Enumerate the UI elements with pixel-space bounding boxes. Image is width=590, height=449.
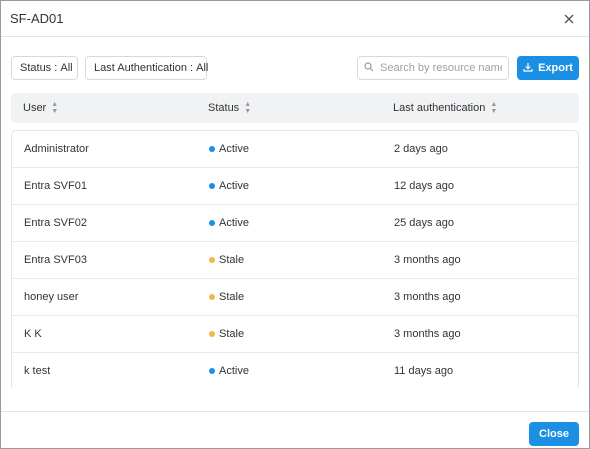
last-auth-cell: 11 days ago — [394, 365, 454, 377]
status-label: Active — [219, 143, 249, 155]
user-cell: Entra SVF03 — [24, 254, 87, 266]
last-auth-filter-label: Last Authentication — [94, 62, 187, 74]
status-cell: Active — [209, 168, 249, 204]
search-icon — [364, 61, 374, 75]
user-cell: honey user — [24, 291, 79, 303]
last-auth-cell: 3 months ago — [394, 328, 461, 340]
status-label: Stale — [219, 328, 245, 340]
download-icon — [523, 62, 538, 75]
status-dot-icon — [209, 257, 215, 263]
status-cell: Active — [209, 131, 249, 167]
last-auth-filter[interactable]: Last Authentication : All — [85, 56, 209, 80]
dialog: SF-AD01 Status : All Last Authentication… — [0, 0, 590, 449]
user-cell: Entra SVF02 — [24, 217, 87, 229]
export-button[interactable]: Export — [517, 56, 579, 80]
dialog-header: SF-AD01 — [1, 1, 589, 37]
column-header-status[interactable]: Status ▲ ▼ — [208, 93, 251, 123]
dialog-title: SF-AD01 — [10, 11, 64, 26]
table-header: User ▲ ▼ Status ▲ ▼ Last authentication ▲ ▼ — [11, 93, 579, 123]
user-cell: Administrator — [24, 143, 89, 155]
column-header-user[interactable]: User ▲ ▼ — [23, 93, 58, 123]
table-row[interactable]: Entra SVF02 Active 25 days ago — [12, 205, 578, 242]
status-label: Active — [219, 365, 249, 377]
status-dot-icon — [209, 368, 215, 374]
last-auth-filter-value: All — [196, 62, 209, 74]
status-filter-label: Status — [20, 62, 52, 74]
status-cell: Stale — [209, 279, 244, 315]
column-header-label: User — [23, 102, 47, 114]
status-dot-icon — [209, 294, 215, 300]
table-row[interactable]: honey user Stale 3 months ago — [12, 279, 578, 316]
status-label: Active — [219, 180, 249, 192]
dialog-footer: Close — [1, 411, 589, 448]
user-cell: K K — [24, 328, 42, 340]
status-dot-icon — [209, 146, 215, 152]
table-row[interactable]: Entra SVF03 Stale 3 months ago — [12, 242, 578, 279]
filter-separator: : — [51, 62, 61, 74]
sort-icon: ▲ ▼ — [490, 101, 498, 115]
status-label: Stale — [219, 254, 245, 266]
status-dot-icon — [209, 220, 215, 226]
status-filter-value: All — [60, 62, 73, 74]
sort-icon: ▲ ▼ — [244, 101, 252, 115]
search-input[interactable] — [380, 62, 502, 74]
user-cell: k test — [24, 365, 51, 377]
status-label: Stale — [219, 291, 245, 303]
status-cell: Stale — [209, 316, 244, 352]
table-row[interactable]: k test Active 11 days ago — [12, 353, 578, 388]
table-row[interactable]: Entra SVF01 Active 12 days ago — [12, 168, 578, 205]
status-dot-icon — [209, 183, 215, 189]
table-body: Administrator Active 2 days ago Entra SVF01… — [11, 130, 579, 388]
column-header-label: Status — [208, 102, 240, 114]
export-label: Export — [538, 62, 573, 74]
column-header-last-auth[interactable]: Last authentication ▲ ▼ — [393, 93, 497, 123]
status-filter[interactable]: Status : All — [11, 56, 78, 80]
last-auth-cell: 25 days ago — [394, 217, 454, 229]
last-auth-cell: 3 months ago — [394, 254, 461, 266]
status-cell: Stale — [209, 242, 244, 278]
filter-separator: : — [186, 62, 197, 74]
column-header-label: Last authentication — [393, 102, 486, 114]
status-dot-icon — [209, 331, 215, 337]
status-cell: Active — [209, 205, 249, 241]
close-icon[interactable] — [561, 11, 577, 27]
status-cell: Active — [209, 353, 249, 388]
user-cell: Entra SVF01 — [24, 180, 87, 192]
close-button[interactable]: Close — [529, 422, 579, 446]
search-box[interactable] — [357, 56, 509, 80]
table-row[interactable]: K K Stale 3 months ago — [12, 316, 578, 353]
sort-icon: ▲ ▼ — [51, 101, 59, 115]
last-auth-cell: 2 days ago — [394, 143, 448, 155]
last-auth-cell: 3 months ago — [394, 291, 461, 303]
last-auth-cell: 12 days ago — [394, 180, 454, 192]
table-row[interactable]: Administrator Active 2 days ago — [12, 131, 578, 168]
toolbar: Status : All Last Authentication : All E… — [11, 56, 579, 81]
status-label: Active — [219, 217, 249, 229]
